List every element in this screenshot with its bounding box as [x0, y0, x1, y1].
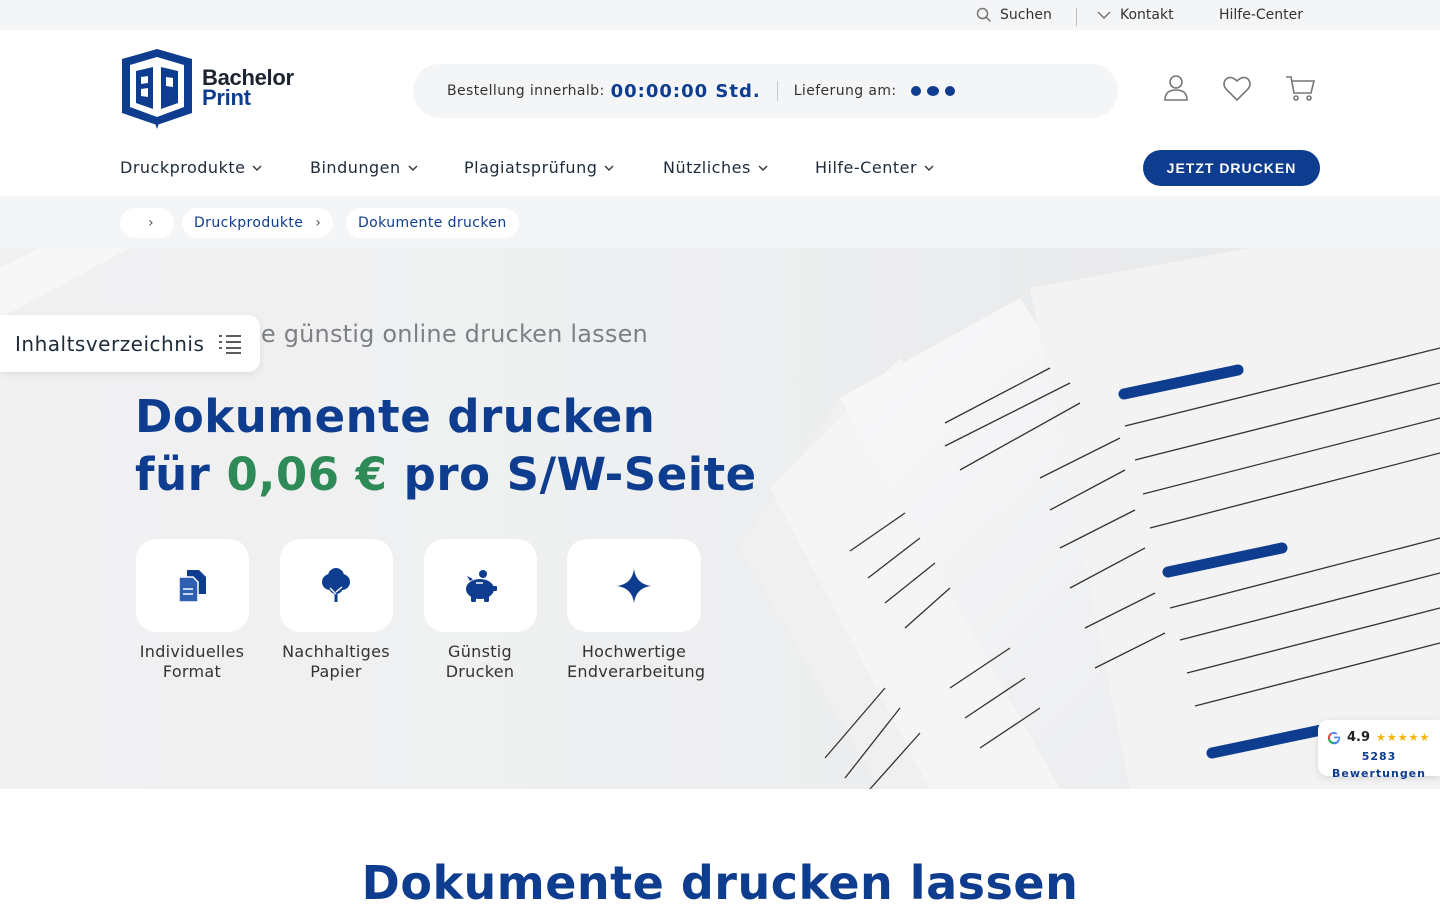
help-center-link-label: Hilfe-Center	[1219, 7, 1304, 23]
search-icon	[976, 7, 992, 23]
feature-label-line2: Format	[162, 662, 222, 681]
hero-price: 0,06 €	[226, 448, 388, 501]
help-center-link[interactable]: Hilfe-Center	[1219, 7, 1303, 23]
wishlist-heart-icon[interactable]	[1221, 72, 1253, 104]
breadcrumb-separator: ›	[315, 215, 322, 231]
nav-item-label: Bindungen	[310, 158, 401, 177]
order-deadline-box: Bestellung innerhalb: 00:00:00 Std. Lief…	[413, 64, 1118, 118]
cart-icon[interactable]	[1284, 72, 1316, 104]
nav-item-label: Hilfe-Center	[815, 158, 918, 177]
contact-link-label: Kontakt	[1120, 7, 1174, 23]
breadcrumb-item-druckprodukte[interactable]: Druckprodukte ›	[182, 208, 334, 238]
delivery-date-loading-icon	[910, 86, 955, 96]
feature-label-line2: Drucken	[445, 662, 515, 681]
search-link-label: Suchen	[1000, 7, 1052, 23]
hero-title-line2: für 0,06 € pro S/W-Seite	[135, 446, 757, 504]
print-now-button[interactable]: JETZT DRUCKEN	[1143, 150, 1320, 186]
feature-icon-box	[135, 539, 249, 632]
feature-individual-format: Individuelles Format	[135, 539, 249, 682]
rating-count-label: Bewertungen	[1332, 767, 1426, 780]
feature-affordable-print: Günstig Drucken	[423, 539, 537, 682]
feature-icon-box	[567, 539, 701, 632]
hero-title-line2-suffix: pro S/W-Seite	[403, 448, 757, 501]
piggy-bank-icon	[466, 569, 497, 602]
chevron-down-icon	[924, 165, 934, 171]
chevron-down-icon	[252, 165, 262, 171]
tree-icon	[322, 567, 350, 602]
feature-label-line1: Individuelles	[139, 642, 245, 661]
feature-label-line2: Papier	[310, 662, 362, 681]
rating-stars: ★★★★★	[1376, 731, 1431, 744]
toc-label: Inhaltsverzeichnis	[15, 331, 205, 356]
nav-item-label: Nützliches	[663, 158, 751, 177]
chevron-down-icon	[408, 165, 418, 171]
order-countdown: 00:00:00 Std.	[610, 80, 761, 102]
hero-title-line1: Dokumente drucken	[135, 390, 656, 443]
delivery-date-label: Lieferung am:	[793, 83, 897, 99]
chevron-down-icon	[1097, 11, 1111, 20]
contact-link[interactable]: Kontakt	[1096, 7, 1174, 23]
rating-score: 4.9	[1347, 730, 1371, 745]
feature-high-quality-finishing: Hochwertige Endverarbeitung	[567, 539, 706, 682]
nav-item-label: Plagiatsprüfung	[464, 158, 598, 177]
account-icon[interactable]	[1160, 72, 1192, 104]
logo-text-line2: Print	[202, 85, 251, 110]
chevron-down-icon	[758, 165, 768, 171]
breadcrumb-item-label: Dokumente drucken	[358, 215, 507, 231]
feature-label-line2: Endverarbeitung	[567, 662, 706, 681]
order-deadline-label: Bestellung innerhalb:	[447, 83, 605, 99]
chevron-down-icon	[604, 165, 614, 171]
nav-item-plagiatspruefung[interactable]: Plagiatsprüfung	[464, 158, 663, 177]
feature-label-line1: Nachhaltiges	[282, 642, 390, 661]
nav-item-nuetzliches[interactable]: Nützliches	[663, 158, 815, 177]
breadcrumb-separator: ›	[148, 215, 154, 231]
nav-item-bindungen[interactable]: Bindungen	[310, 158, 464, 177]
breadcrumb-item-current: Dokumente drucken	[346, 208, 519, 238]
nav-item-hilfe-center[interactable]: Hilfe-Center	[815, 158, 935, 177]
search-link[interactable]: Suchen	[976, 7, 1052, 23]
feature-label-line1: Hochwertige	[581, 642, 687, 661]
bachelor-print-logo-mark	[122, 49, 192, 129]
top-bar: Suchen Kontakt Hilfe-Center	[0, 0, 1440, 30]
list-icon	[219, 334, 242, 354]
feature-label-line1: Günstig	[448, 642, 512, 661]
nav-item-druckprodukte[interactable]: Druckprodukte	[120, 158, 310, 177]
breadcrumb-home[interactable]: ›	[120, 208, 174, 238]
feature-sustainable-paper: Nachhaltiges Papier	[279, 539, 393, 682]
hero-title: Dokumente drucken für 0,06 € pro S/W-Sei…	[135, 388, 757, 504]
nav-item-label: Druckprodukte	[120, 158, 246, 177]
rating-count: 5283	[1361, 750, 1397, 763]
google-logo-icon	[1327, 731, 1341, 744]
document-copy-icon	[178, 569, 206, 603]
logo[interactable]: Bachelor Print	[120, 47, 294, 129]
hero-title-line2-prefix: für	[135, 448, 211, 501]
feature-icon-box	[423, 539, 537, 632]
sparkle-icon	[617, 568, 651, 603]
section-title: Dokumente drucken lassen	[361, 856, 1079, 910]
table-of-contents-toggle[interactable]: Inhaltsverzeichnis	[0, 315, 260, 372]
breadcrumb-item-label: Druckprodukte	[194, 215, 304, 231]
feature-icon-box	[279, 539, 393, 632]
main-nav: Druckprodukte Bindungen Plagiatsprüfung …	[120, 158, 935, 177]
order-box-divider	[776, 81, 778, 101]
topbar-divider	[1076, 8, 1077, 26]
google-rating-badge[interactable]: 4.9 ★★★★★ 5283 Bewertungen	[1318, 720, 1440, 780]
